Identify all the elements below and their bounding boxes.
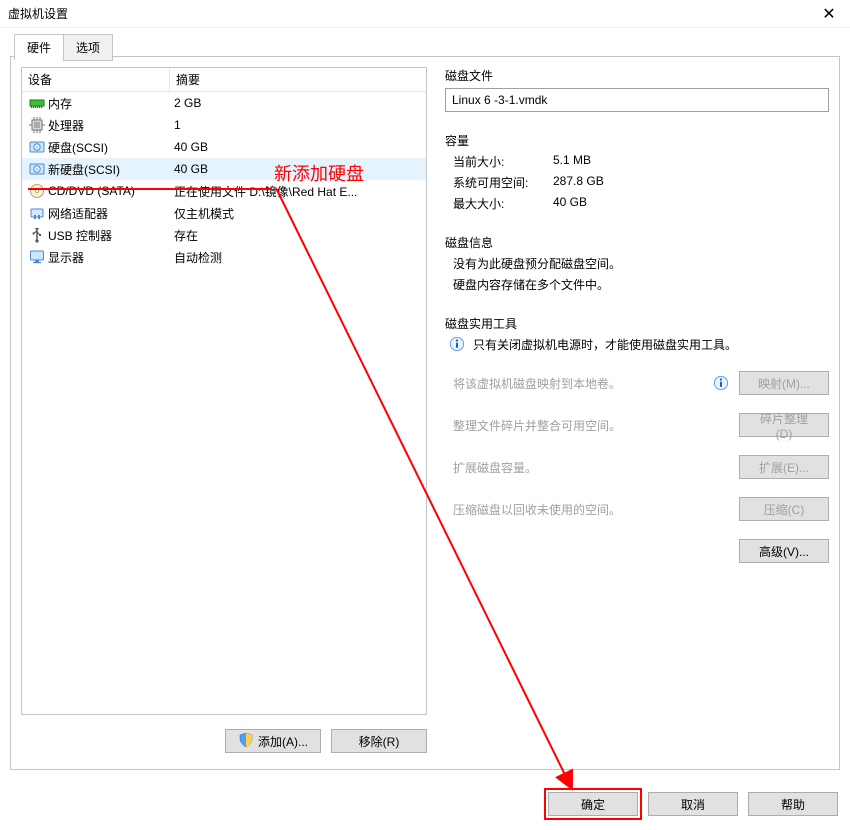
disk-icon (26, 161, 48, 177)
hw-list-header: 设备 摘要 (22, 68, 426, 92)
hw-device: 处理器 (48, 117, 174, 134)
hw-device: 显示器 (48, 249, 174, 266)
disk-file-label: 磁盘文件 (445, 67, 829, 84)
close-icon[interactable]: ✕ (816, 1, 842, 27)
dialog-frame: 设备 摘要 内存2 GB处理器1硬盘(SCSI)40 GB新硬盘(SCSI)40… (10, 56, 840, 770)
hw-row[interactable]: 处理器1 (22, 114, 426, 136)
usb-icon (26, 227, 48, 243)
advanced-button[interactable]: 高级(V)... (739, 539, 829, 563)
hw-summary: 正在使用文件 D:\镜像\Red Hat E... (174, 183, 426, 200)
compact-button[interactable]: 压缩(C) (739, 497, 829, 521)
defrag-button[interactable]: 碎片整理(D) (739, 413, 829, 437)
current-size-value: 5.1 MB (553, 153, 591, 170)
hw-row[interactable]: 新硬盘(SCSI)40 GB (22, 158, 426, 180)
hw-row[interactable]: USB 控制器存在 (22, 224, 426, 246)
disk-info-line2: 硬盘内容存储在多个文件中。 (445, 276, 829, 293)
tab-options[interactable]: 选项 (63, 34, 113, 61)
hw-row[interactable]: 显示器自动检测 (22, 246, 426, 268)
current-size-label: 当前大小: (453, 153, 553, 170)
hw-header-summary: 摘要 (170, 68, 426, 91)
dialog-buttons: 确定 取消 帮助 (548, 792, 838, 816)
disk-util-label: 磁盘实用工具 (445, 315, 829, 332)
util-defrag-text: 整理文件碎片并整合可用空间。 (453, 417, 739, 434)
disk-file-value: Linux 6 -3-1.vmdk (452, 93, 547, 107)
expand-button[interactable]: 扩展(E)... (739, 455, 829, 479)
tabs: 硬件 选项 (14, 34, 113, 61)
disk-info-line1: 没有为此硬盘预分配磁盘空间。 (445, 255, 829, 272)
hw-summary: 自动检测 (174, 249, 426, 266)
util-map-text: 将该虚拟机磁盘映射到本地卷。 (453, 375, 713, 392)
hardware-panel: 设备 摘要 内存2 GB处理器1硬盘(SCSI)40 GB新硬盘(SCSI)40… (21, 67, 427, 715)
system-free-value: 287.8 GB (553, 174, 604, 191)
hw-summary: 存在 (174, 227, 426, 244)
hw-device: USB 控制器 (48, 227, 174, 244)
disk-icon (26, 139, 48, 155)
remove-button[interactable]: 移除(R) (331, 729, 427, 753)
add-button-label: 添加(A)... (258, 733, 308, 750)
util-compact-text: 压缩磁盘以回收未使用的空间。 (453, 501, 739, 518)
cpu-icon (26, 117, 48, 133)
hw-device: CD/DVD (SATA) (48, 184, 174, 198)
hw-device: 硬盘(SCSI) (48, 139, 174, 156)
tab-hardware[interactable]: 硬件 (14, 34, 64, 61)
hw-device: 新硬盘(SCSI) (48, 161, 174, 178)
max-size-value: 40 GB (553, 195, 587, 212)
shield-icon (238, 732, 254, 751)
disk-info-label: 磁盘信息 (445, 234, 829, 251)
disk-file-field[interactable]: Linux 6 -3-1.vmdk (445, 88, 829, 112)
memory-icon (26, 95, 48, 111)
titlebar: 虚拟机设置 ✕ (0, 0, 850, 28)
capacity-label: 容量 (445, 132, 829, 149)
help-button[interactable]: 帮助 (748, 792, 838, 816)
hw-row[interactable]: 硬盘(SCSI)40 GB (22, 136, 426, 158)
hw-row[interactable]: 网络适配器仅主机模式 (22, 202, 426, 224)
hw-header-device: 设备 (22, 68, 170, 91)
hw-summary: 40 GB (174, 162, 426, 176)
info-icon (713, 375, 729, 391)
map-button[interactable]: 映射(M)... (739, 371, 829, 395)
remove-button-label: 移除(R) (359, 733, 400, 750)
hw-summary: 2 GB (174, 96, 426, 110)
add-button[interactable]: 添加(A)... (225, 729, 321, 753)
hw-summary: 1 (174, 118, 426, 132)
net-icon (26, 205, 48, 221)
hw-row[interactable]: 内存2 GB (22, 92, 426, 114)
cancel-button[interactable]: 取消 (648, 792, 738, 816)
display-icon (26, 249, 48, 265)
window-title: 虚拟机设置 (8, 5, 68, 22)
util-expand-text: 扩展磁盘容量。 (453, 459, 739, 476)
disk-util-note: 只有关闭虚拟机电源时，才能使用磁盘实用工具。 (473, 336, 737, 353)
hw-row[interactable]: CD/DVD (SATA)正在使用文件 D:\镜像\Red Hat E... (22, 180, 426, 202)
max-size-label: 最大大小: (453, 195, 553, 212)
cd-icon (26, 183, 48, 199)
hw-summary: 仅主机模式 (174, 205, 426, 222)
detail-panel: 磁盘文件 Linux 6 -3-1.vmdk 容量 当前大小: 5.1 MB 系… (427, 67, 829, 715)
info-icon (449, 336, 465, 355)
ok-button[interactable]: 确定 (548, 792, 638, 816)
hardware-list: 设备 摘要 内存2 GB处理器1硬盘(SCSI)40 GB新硬盘(SCSI)40… (21, 67, 427, 715)
hw-device: 网络适配器 (48, 205, 174, 222)
hw-summary: 40 GB (174, 140, 426, 154)
system-free-label: 系统可用空间: (453, 174, 553, 191)
hw-device: 内存 (48, 95, 174, 112)
